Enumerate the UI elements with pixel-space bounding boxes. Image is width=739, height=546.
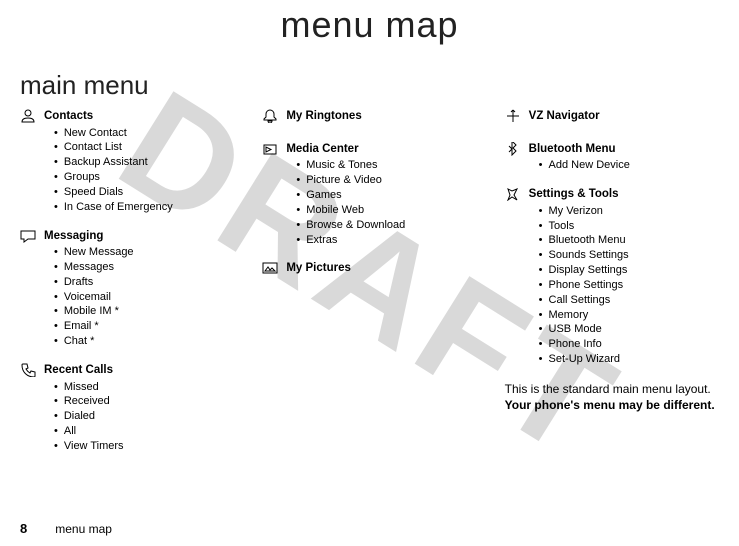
menu-block-title: VZ Navigator [529,109,719,125]
menu-item: Music & Tones [296,158,476,173]
menu-block-title: Contacts [44,109,234,125]
menu-column: VZ NavigatorBluetooth MenuAdd New Device… [505,109,719,468]
menu-block-body: Recent CallsMissedReceivedDialedAllView … [44,363,234,454]
menu-block-title: My Ringtones [286,109,476,125]
menu-block: Bluetooth MenuAdd New Device [505,142,719,173]
menu-item-list: New MessageMessagesDraftsVoicemailMobile… [54,245,234,349]
menu-block: My Ringtones [262,109,476,128]
menu-item-list: My VerizonToolsBluetooth MenuSounds Sett… [539,204,719,367]
menu-block-title: Messaging [44,229,234,245]
menu-item: View Timers [54,439,234,454]
menu-block-body: My Pictures [286,261,476,280]
menu-item: My Verizon [539,204,719,219]
contacts-icon [20,109,38,215]
page-number: 8 [20,521,27,536]
menu-block-body: Settings & ToolsMy VerizonToolsBluetooth… [529,187,719,367]
menu-item: Voicemail [54,290,234,305]
menu-item: USB Mode [539,322,719,337]
menu-item: Extras [296,233,476,248]
menu-item: Backup Assistant [54,155,234,170]
menu-item: All [54,424,234,439]
menu-item: Add New Device [539,158,719,173]
note-emphasis: Your phone's menu may be different. [505,398,715,412]
messaging-icon [20,229,38,349]
menu-item-list: Music & TonesPicture & VideoGamesMobile … [296,158,476,247]
menu-item: Memory [539,308,719,323]
menu-column: My Ringtones Media CenterMusic & TonesPic… [262,109,476,468]
menu-item: New Contact [54,126,234,141]
menu-item: Dialed [54,409,234,424]
menu-item: Picture & Video [296,173,476,188]
menu-block-body: ContactsNew ContactContact ListBackup As… [44,109,234,215]
menu-item: In Case of Emergency [54,200,234,215]
menu-item: Set-Up Wizard [539,352,719,367]
menu-item-list: New ContactContact ListBackup AssistantG… [54,126,234,215]
menu-block: Media CenterMusic & TonesPicture & Video… [262,142,476,248]
menu-item: Chat * [54,334,234,349]
menu-item: Email * [54,319,234,334]
media-center-icon [262,142,280,248]
menu-item: Call Settings [539,293,719,308]
menu-block-title: Recent Calls [44,363,234,379]
menu-item: Games [296,188,476,203]
menu-item: Mobile Web [296,203,476,218]
page-title: menu map [20,4,719,46]
menu-block-title: Settings & Tools [529,187,719,203]
ringtones-icon [262,109,280,128]
menu-block-body: VZ Navigator [529,109,719,128]
menu-item: Mobile IM * [54,304,234,319]
section-heading: main menu [20,70,719,101]
menu-item: Bluetooth Menu [539,233,719,248]
menu-item: Browse & Download [296,218,476,233]
menu-item: Received [54,394,234,409]
menu-block-title: My Pictures [286,261,476,277]
note-text: This is the standard main menu layout. [505,382,711,396]
menu-item: Missed [54,380,234,395]
menu-block: ContactsNew ContactContact ListBackup As… [20,109,234,215]
bluetooth-icon [505,142,523,173]
settings-icon [505,187,523,367]
menu-block: Recent CallsMissedReceivedDialedAllView … [20,363,234,454]
menu-item: Tools [539,219,719,234]
menu-block: MessagingNew MessageMessagesDraftsVoicem… [20,229,234,349]
menu-item-list: MissedReceivedDialedAllView Timers [54,380,234,454]
menu-item: Speed Dials [54,185,234,200]
menu-block-body: Media CenterMusic & TonesPicture & Video… [286,142,476,248]
pictures-icon [262,261,280,280]
menu-block-body: Bluetooth MenuAdd New Device [529,142,719,173]
menu-item: Groups [54,170,234,185]
recent-calls-icon [20,363,38,454]
menu-item: Phone Settings [539,278,719,293]
page-footer: 8 menu map [20,521,112,536]
menu-item: Drafts [54,275,234,290]
menu-column: ContactsNew ContactContact ListBackup As… [20,109,234,468]
menu-item: Display Settings [539,263,719,278]
layout-note: This is the standard main menu layout. Y… [505,381,719,413]
menu-block: VZ Navigator [505,109,719,128]
menu-item-list: Add New Device [539,158,719,173]
menu-block-body: My Ringtones [286,109,476,128]
menu-item: Contact List [54,140,234,155]
menu-columns: ContactsNew ContactContact ListBackup As… [20,109,719,468]
menu-block: Settings & ToolsMy VerizonToolsBluetooth… [505,187,719,367]
menu-block-body: MessagingNew MessageMessagesDraftsVoicem… [44,229,234,349]
footer-label: menu map [55,522,112,536]
menu-item: Phone Info [539,337,719,352]
menu-block-title: Media Center [286,142,476,158]
menu-item: Messages [54,260,234,275]
navigator-icon [505,109,523,128]
menu-block: My Pictures [262,261,476,280]
menu-block-title: Bluetooth Menu [529,142,719,158]
menu-item: New Message [54,245,234,260]
menu-item: Sounds Settings [539,248,719,263]
